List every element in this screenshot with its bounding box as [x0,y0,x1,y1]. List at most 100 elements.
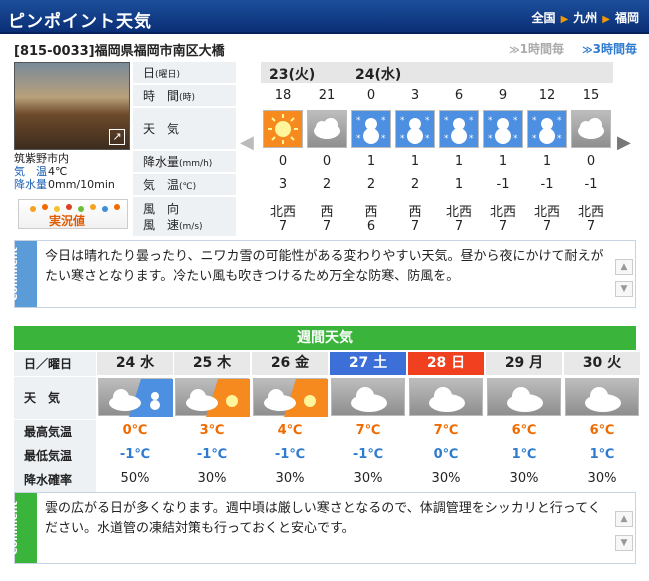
scroll-up-icon[interactable]: ▲ [615,511,633,527]
hour-wind-dir: 西 [364,205,378,220]
interval-tabs: ≫1時間毎 ≫3時間毎 [495,40,637,57]
svg-text:*: * [444,116,449,126]
hour-temp: 2 [410,177,420,192]
svg-text:*: * [381,116,386,126]
expand-icon[interactable]: ↗ [109,129,125,145]
breadcrumb-fukuoka[interactable]: 福岡 [615,11,639,25]
camera-precip: 0mm/10min [48,178,115,191]
weekly-low: -1℃ [352,447,384,462]
weekly-low: 0℃ [433,447,459,462]
weekly-precip-prob: 30% [275,471,305,486]
prev-arrow-icon[interactable]: ◀ [240,132,256,162]
weekly-day: 24 水 [97,352,173,375]
hour-wind-speed: 7 [586,219,596,234]
hour-precip: 1 [366,154,376,169]
comment-box-weekly: Comment 雲の広がる日が多くなります。週中頃は厳しい寒さとなるので、体調管… [9,492,636,564]
weekly-high: 3℃ [199,423,225,438]
scroll-down-icon[interactable]: ▼ [615,281,633,297]
weekly-day: 27 土 [330,352,406,375]
double-chevron-icon: ≫ [509,45,520,56]
row-label-temp: 気 温(℃) [133,174,236,196]
hour-wind-dir: 北西 [489,205,516,220]
weekly-high: 6℃ [511,423,537,438]
hour-time: 18 [274,88,292,103]
hour-precip: 1 [542,154,552,169]
hour-time: 0 [366,88,376,103]
svg-text:*: * [469,134,474,144]
comment-box-today: Comment 今日は晴れたり曇ったり、ニワカ雪の可能性がある変わりやすい天気。… [9,240,636,308]
hour-wind-dir: 北西 [533,205,560,220]
weekly-high: 7℃ [355,423,381,438]
svg-text:*: * [356,116,361,126]
hour-wind-speed: 7 [410,219,420,234]
next-arrow-icon[interactable]: ▶ [617,132,633,162]
svg-text:*: * [557,116,562,126]
hour-temp: 1 [454,177,464,192]
weekly-title: 週間天気 [14,326,636,350]
weekly-precip-prob: 30% [431,471,461,486]
hour-temp: -1 [540,177,554,192]
breadcrumb-kyushu[interactable]: 九州 [573,11,597,25]
hour-time: 6 [454,88,464,103]
weekly-day: 25 木 [174,352,250,375]
weather-cloudy-icon [487,378,561,416]
snow-icon: * * * * [395,110,435,148]
breadcrumb-all[interactable]: 全国 [532,11,556,25]
scroll-down-icon[interactable]: ▼ [615,535,633,551]
weekly-day: 30 火 [564,352,640,375]
weekly-low: 1℃ [589,447,615,462]
svg-text:*: * [488,134,493,144]
live-camera-photo[interactable]: ↗ [14,62,130,150]
hour-wind-speed: 7 [278,219,288,234]
date-bar: 23(火) 24(水) [261,62,613,83]
hour-precip: 1 [498,154,508,169]
svg-text:*: * [488,116,493,126]
weekly-day: 28 日 [408,352,484,375]
sunny-icon [263,110,303,148]
svg-text:*: * [400,134,405,144]
scrollbar[interactable]: ▲ ▼ [615,495,633,561]
row-label-date: 日(曜日) [133,62,236,84]
double-chevron-icon: ≫ [582,45,593,56]
weekly-precip-prob: 50% [120,471,150,486]
location-address: [815-0033]福岡県福岡市南区大橋 [14,44,225,59]
hour-temp: -1 [584,177,598,192]
svg-text:*: * [513,134,518,144]
tab-three-hour[interactable]: ≫3時間毎 [582,42,637,56]
page-title: ピンポイント天気 [8,12,152,32]
svg-text:*: * [469,116,474,126]
hour-precip: 0 [278,154,288,169]
svg-text:*: * [400,116,405,126]
hour-temp: 2 [322,177,332,192]
weekly-precip-prob: 30% [587,471,617,486]
scrollbar[interactable]: ▲ ▼ [615,243,633,305]
camera-place: 筑紫野市内 [14,152,69,165]
hour-temp: -1 [496,177,510,192]
weather-cloudy-icon [565,378,639,416]
weekly-low: 1℃ [511,447,537,462]
hour-time: 21 [318,88,336,103]
camera-info: 筑紫野市内 気 温4℃ 降水量0mm/10min [14,152,115,191]
svg-text:*: * [532,134,537,144]
svg-text:*: * [532,116,537,126]
hour-time: 3 [410,88,420,103]
comment-text: 雲の広がる日が多くなります。週中頃は厳しい寒さとなるので、体調管理をシッカリと行… [45,501,601,536]
cloudy-icon [307,110,347,148]
weekly-label-day: 日／曜日 [14,352,96,376]
hour-wind-dir: 北西 [577,205,604,220]
weekly-low: -1℃ [274,447,306,462]
weekly-low: -1℃ [119,447,151,462]
hour-wind-speed: 7 [542,219,552,234]
hour-wind-dir: 西 [408,205,422,220]
live-values-button[interactable]: 実況値 [18,199,128,229]
hour-wind-speed: 7 [322,219,332,234]
comment-tag: Comment [9,241,37,307]
tab-hourly[interactable]: ≫1時間毎 [509,42,564,56]
svg-text:*: * [557,134,562,144]
scroll-up-icon[interactable]: ▲ [615,259,633,275]
weekly-precip-prob: 30% [509,471,539,486]
hour-wind-dir: 北西 [445,205,472,220]
hour-precip: 0 [586,154,596,169]
weekly-precip-prob: 30% [197,471,227,486]
hour-time: 9 [498,88,508,103]
